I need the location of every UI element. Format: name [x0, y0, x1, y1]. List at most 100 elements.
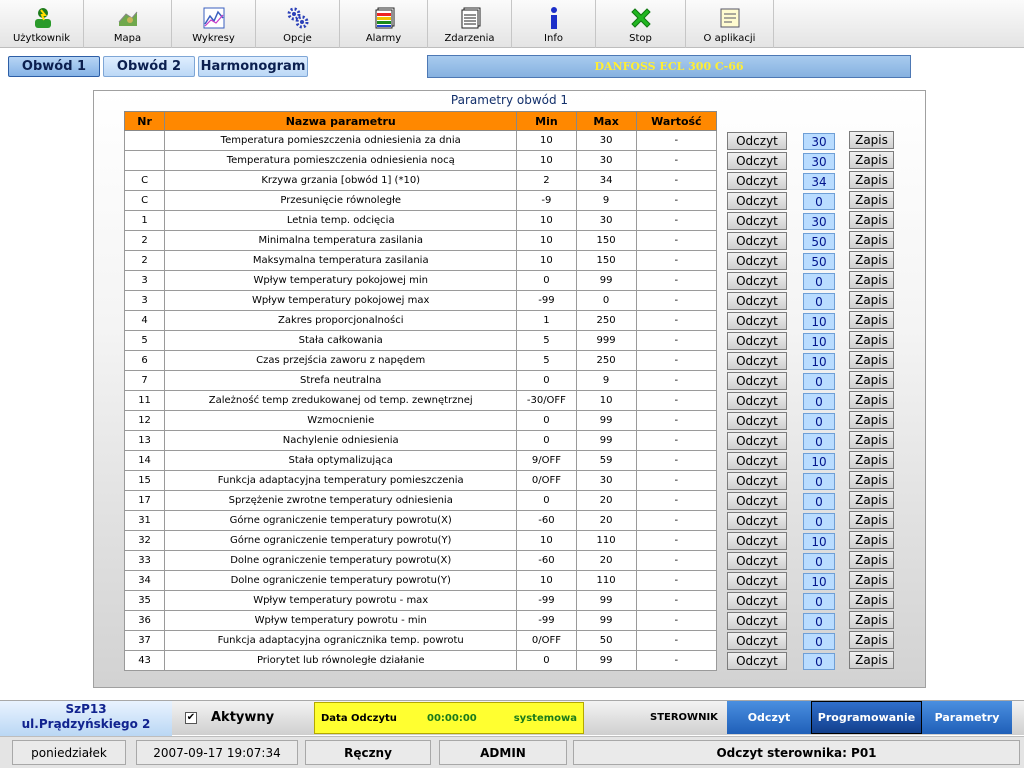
read-button[interactable]: Odczyt [727, 292, 787, 310]
read-button[interactable]: Odczyt [727, 572, 787, 590]
setting-input[interactable]: 10 [803, 313, 835, 330]
tab-circuit-2[interactable]: Obwód 2 [103, 56, 195, 77]
write-button[interactable]: Zapis [849, 191, 894, 209]
write-button[interactable]: Zapis [849, 611, 894, 629]
write-button[interactable]: Zapis [849, 331, 894, 349]
write-button[interactable]: Zapis [849, 531, 894, 549]
parameters-button[interactable]: Parametry [922, 701, 1012, 734]
read-button[interactable]: Odczyt [727, 332, 787, 350]
read-button[interactable]: Odczyt [727, 632, 787, 650]
write-button[interactable]: Zapis [849, 651, 894, 669]
read-button[interactable]: Odczyt [727, 492, 787, 510]
setting-input[interactable]: 30 [803, 133, 835, 150]
read-button[interactable]: Odczyt [727, 452, 787, 470]
write-button[interactable]: Zapis [849, 351, 894, 369]
active-toggle[interactable]: ✔ Aktywny [185, 710, 274, 725]
setting-input[interactable]: 0 [803, 193, 835, 210]
write-button[interactable]: Zapis [849, 371, 894, 389]
setting-input[interactable]: 0 [803, 553, 835, 570]
footer-bar: poniedziałek 2007-09-17 19:07:34 Ręczny … [0, 736, 1024, 768]
read-button[interactable]: Odczyt [727, 392, 787, 410]
read-button[interactable]: Odczyt [727, 372, 787, 390]
write-button[interactable]: Zapis [849, 151, 894, 169]
setting-input[interactable]: 10 [803, 453, 835, 470]
write-button[interactable]: Zapis [849, 271, 894, 289]
setting-input[interactable]: 0 [803, 633, 835, 650]
write-button[interactable]: Zapis [849, 451, 894, 469]
read-button[interactable]: Odczyt [727, 132, 787, 150]
read-controller-button[interactable]: Odczyt [727, 701, 811, 734]
programming-button[interactable]: Programowanie [811, 701, 922, 734]
read-button[interactable]: Odczyt [727, 312, 787, 330]
setting-input[interactable]: 10 [803, 353, 835, 370]
tab-circuit-1[interactable]: Obwód 1 [8, 56, 100, 77]
read-button[interactable]: Odczyt [727, 612, 787, 630]
toolbar-info-button[interactable]: Info [512, 0, 596, 48]
setting-input[interactable]: 10 [803, 533, 835, 550]
read-button[interactable]: Odczyt [727, 212, 787, 230]
read-button[interactable]: Odczyt [727, 172, 787, 190]
setting-input[interactable]: 34 [803, 173, 835, 190]
read-button[interactable]: Odczyt [727, 472, 787, 490]
setting-input[interactable]: 0 [803, 593, 835, 610]
toolbar-about-button[interactable]: O aplikacji [686, 0, 774, 48]
read-button[interactable]: Odczyt [727, 432, 787, 450]
read-button[interactable]: Odczyt [727, 592, 787, 610]
toolbar-events-button[interactable]: Zdarzenia [428, 0, 512, 48]
setting-input[interactable]: 0 [803, 513, 835, 530]
read-button[interactable]: Odczyt [727, 652, 787, 670]
write-button[interactable]: Zapis [849, 491, 894, 509]
setting-input[interactable]: 0 [803, 493, 835, 510]
write-button[interactable]: Zapis [849, 551, 894, 569]
read-button[interactable]: Odczyt [727, 232, 787, 250]
control-row: Odczyt 0 Zapis [727, 591, 917, 611]
write-button[interactable]: Zapis [849, 211, 894, 229]
write-button[interactable]: Zapis [849, 631, 894, 649]
setting-input[interactable]: 30 [803, 153, 835, 170]
setting-input[interactable]: 0 [803, 473, 835, 490]
tab-schedule[interactable]: Harmonogram [198, 56, 308, 77]
setting-input[interactable]: 10 [803, 333, 835, 350]
write-button[interactable]: Zapis [849, 471, 894, 489]
toolbar-user-button[interactable]: Użytkownik [0, 0, 84, 48]
active-checkbox[interactable]: ✔ [185, 711, 197, 724]
setting-input[interactable]: 0 [803, 613, 835, 630]
write-button[interactable]: Zapis [849, 431, 894, 449]
read-button[interactable]: Odczyt [727, 152, 787, 170]
write-button[interactable]: Zapis [849, 411, 894, 429]
setting-input[interactable]: 0 [803, 393, 835, 410]
setting-input[interactable]: 0 [803, 373, 835, 390]
write-button[interactable]: Zapis [849, 391, 894, 409]
write-button[interactable]: Zapis [849, 131, 894, 149]
setting-input[interactable]: 0 [803, 273, 835, 290]
toolbar-map-button[interactable]: Mapa [84, 0, 172, 48]
write-button[interactable]: Zapis [849, 291, 894, 309]
toolbar-options-button[interactable]: Opcje [256, 0, 340, 48]
setting-input[interactable]: 0 [803, 413, 835, 430]
setting-input[interactable]: 50 [803, 253, 835, 270]
setting-input[interactable]: 0 [803, 293, 835, 310]
write-button[interactable]: Zapis [849, 311, 894, 329]
write-button[interactable]: Zapis [849, 231, 894, 249]
write-button[interactable]: Zapis [849, 511, 894, 529]
read-button[interactable]: Odczyt [727, 512, 787, 530]
toolbar-alarms-button[interactable]: Alarmy [340, 0, 428, 48]
toolbar-charts-button[interactable]: Wykresy [172, 0, 256, 48]
read-button[interactable]: Odczyt [727, 252, 787, 270]
read-button[interactable]: Odczyt [727, 352, 787, 370]
read-button[interactable]: Odczyt [727, 412, 787, 430]
setting-input[interactable]: 50 [803, 233, 835, 250]
write-button[interactable]: Zapis [849, 591, 894, 609]
read-button[interactable]: Odczyt [727, 552, 787, 570]
write-button[interactable]: Zapis [849, 571, 894, 589]
read-button[interactable]: Odczyt [727, 272, 787, 290]
toolbar-stop-button[interactable]: Stop [596, 0, 686, 48]
read-button[interactable]: Odczyt [727, 192, 787, 210]
setting-input[interactable]: 30 [803, 213, 835, 230]
setting-input[interactable]: 10 [803, 573, 835, 590]
read-button[interactable]: Odczyt [727, 532, 787, 550]
write-button[interactable]: Zapis [849, 251, 894, 269]
setting-input[interactable]: 0 [803, 433, 835, 450]
write-button[interactable]: Zapis [849, 171, 894, 189]
setting-input[interactable]: 0 [803, 653, 835, 670]
